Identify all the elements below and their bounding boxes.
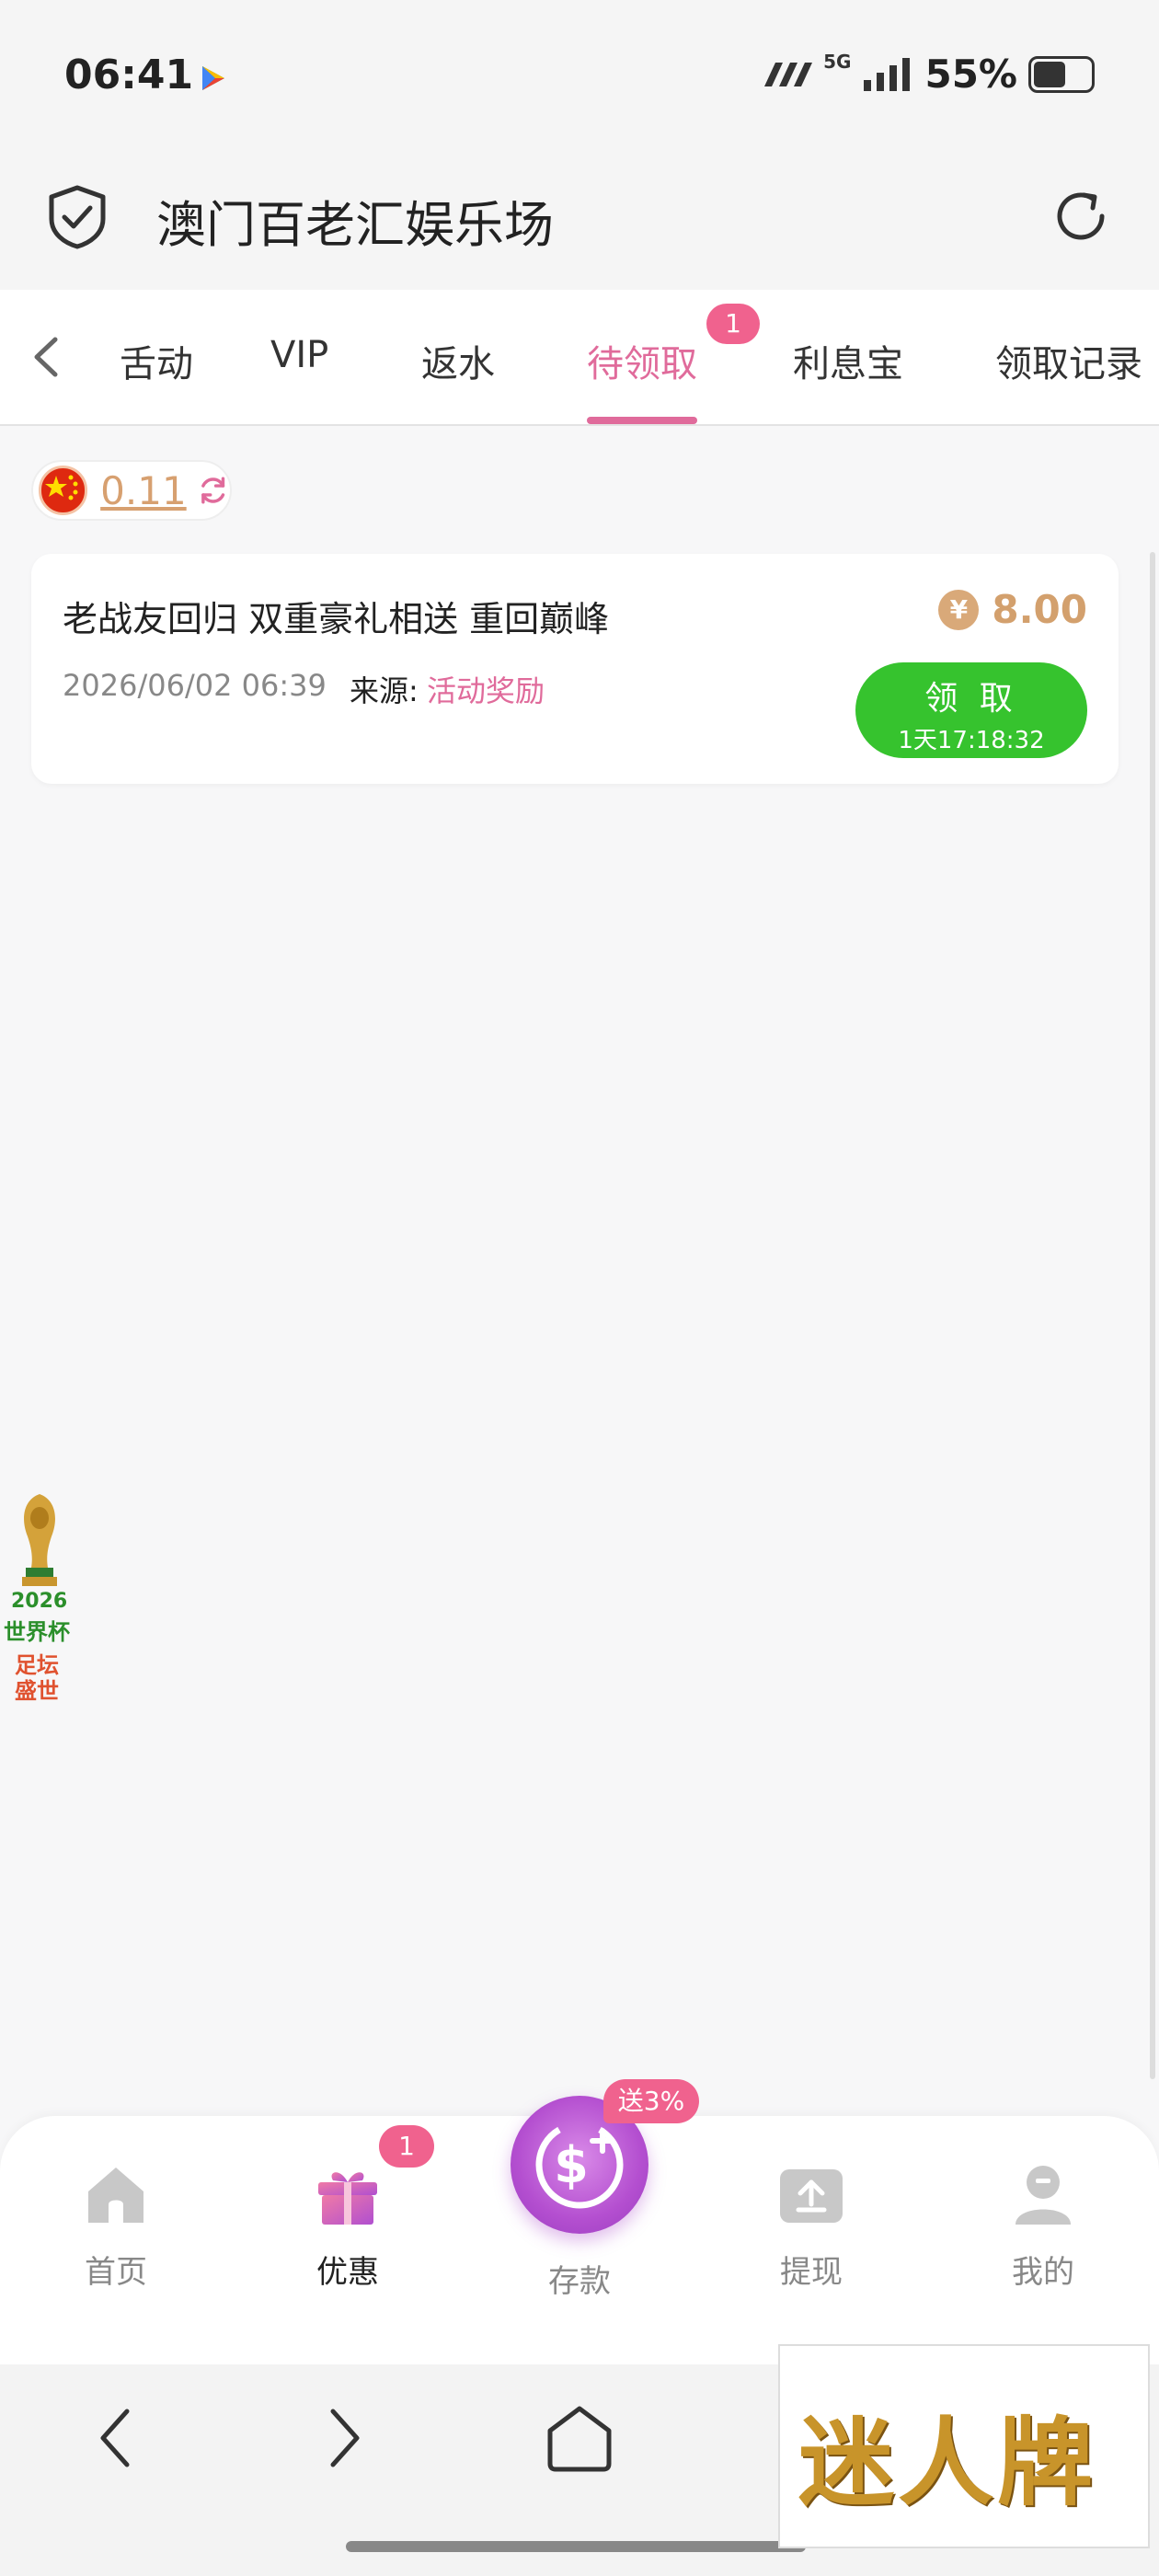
tab-rebate[interactable]: 返水: [421, 334, 495, 387]
tab-interest[interactable]: 利息宝: [793, 334, 903, 387]
reward-date: 2026/06/02 06:39: [63, 668, 327, 703]
nav-promo-label: 优惠: [316, 2254, 379, 2291]
pending-count-badge: 1: [706, 304, 760, 344]
gift-icon: [318, 2172, 377, 2225]
reward-amount: ¥ 8.00: [938, 587, 1087, 632]
brand-watermark: 迷人牌: [778, 2344, 1150, 2548]
balance-chip[interactable]: 0.11: [31, 460, 232, 521]
nav-mine-label: 我的: [1012, 2254, 1074, 2291]
nav-withdraw-label: 提现: [780, 2254, 843, 2291]
sync-icon[interactable]: [196, 473, 230, 508]
nav-withdraw[interactable]: 提现: [738, 2162, 885, 2292]
ad-subtitle: 足坛盛世: [15, 1652, 59, 1704]
ad-year: 2026: [11, 1590, 68, 1613]
nav-deposit-label: 存款: [548, 2263, 611, 2300]
source-label: 来源:: [350, 673, 419, 708]
source-value: 活动奖励: [427, 673, 545, 708]
trophy-icon: [22, 1494, 57, 1586]
svg-text:$: $: [554, 2136, 589, 2194]
network-label: 5G: [823, 50, 852, 73]
brand-logo: 迷人牌: [798, 2406, 1097, 2519]
shield-check-icon[interactable]: [46, 184, 109, 250]
refresh-icon[interactable]: [1049, 184, 1113, 248]
yen-coin-icon: ¥: [938, 589, 980, 630]
claim-countdown: 1天17:18:32: [898, 727, 1045, 754]
forward-icon[interactable]: [322, 2406, 368, 2470]
tabs-scroll-left-icon[interactable]: [28, 334, 64, 380]
status-bar: 06:41 5G 55%: [0, 0, 1159, 156]
signal-extra-icon: [764, 62, 813, 86]
ad-title: 世界杯: [4, 1619, 70, 1645]
nav-promo[interactable]: 优惠: [274, 2162, 421, 2292]
balance-value: 0.11: [100, 467, 187, 513]
category-tabs: 舌动 VIP 返水 待领取 利息宝 领取记录: [0, 290, 1159, 426]
reward-title: 老战友回归 双重豪礼相送 重回巅峰: [63, 599, 610, 639]
amount-value: 8.00: [992, 587, 1087, 632]
home-icon: [88, 2168, 143, 2223]
claim-label: 领 取: [924, 680, 1018, 718]
promo-count-badge: 1: [379, 2125, 434, 2168]
signal-icon: [864, 57, 911, 91]
status-right: 5G 55%: [761, 50, 1095, 97]
user-icon: [1016, 2166, 1071, 2225]
nav-mine[interactable]: 我的: [970, 2162, 1117, 2292]
app-header: 澳门百老汇娱乐场: [0, 156, 1159, 290]
china-flag-icon: [39, 466, 88, 515]
tab-vip[interactable]: VIP: [270, 334, 328, 376]
scrollbar[interactable]: [1150, 552, 1155, 2079]
status-time: 06:41: [64, 52, 194, 98]
battery-icon: [1028, 55, 1095, 93]
nav-home-label: 首页: [85, 2254, 147, 2291]
tab-activity[interactable]: 舌动: [120, 334, 193, 387]
claim-button[interactable]: 领 取 1天17:18:32: [855, 662, 1087, 758]
tab-claim-history[interactable]: 领取记录: [995, 334, 1142, 387]
gesture-bar[interactable]: [346, 2541, 806, 2552]
deposit-bonus-badge: 送3%: [603, 2079, 699, 2123]
page-title: 澳门百老汇娱乐场: [156, 196, 554, 254]
world-cup-floating-ad[interactable]: 2026 世界杯 足坛盛世: [0, 1490, 79, 1720]
back-icon[interactable]: [92, 2406, 138, 2470]
tab-pending[interactable]: 待领取: [587, 334, 697, 387]
active-tab-indicator: [587, 417, 697, 424]
withdraw-icon: [780, 2169, 843, 2223]
nav-home[interactable]: 首页: [42, 2162, 189, 2292]
play-store-icon: [202, 66, 224, 90]
home-system-icon[interactable]: [543, 2403, 616, 2473]
reward-card: 老战友回归 双重豪礼相送 重回巅峰 ¥ 8.00 2026/06/02 06:3…: [31, 554, 1119, 784]
battery-percent: 55%: [924, 52, 1017, 97]
